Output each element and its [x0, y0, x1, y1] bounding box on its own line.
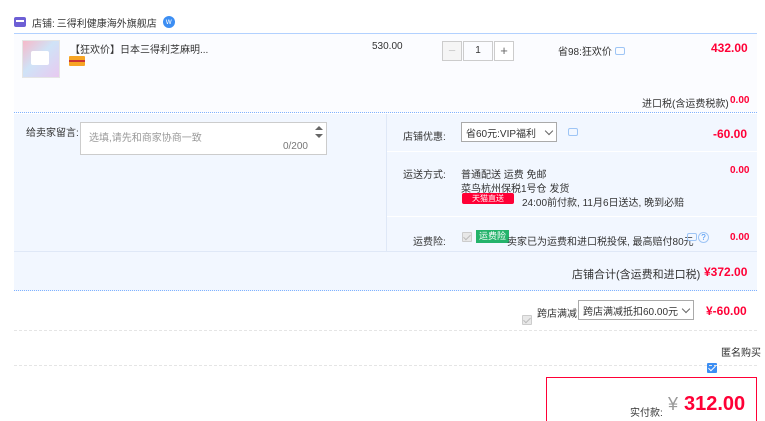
unit-price: 530.00: [372, 41, 403, 52]
product-title-link[interactable]: 【狂欢价】日本三得利芝麻明...: [70, 41, 208, 56]
row-divider: [387, 216, 757, 217]
payment-summary-box: 实付款: ¥ 312.00: [546, 377, 757, 421]
shipping-label: 运送方式:: [403, 170, 446, 181]
message-char-counter: 0/200: [282, 141, 308, 152]
cart-item: 【狂欢价】日本三得利芝麻明... 530.00 − 1 + 省98:狂欢价 43…: [14, 33, 757, 113]
textarea-scrollbar[interactable]: [314, 125, 324, 153]
shop-coupon-select[interactable]: 省60元:VIP福利: [461, 122, 557, 142]
anonymous-label: 匿名购买: [721, 348, 761, 359]
increase-quantity-button[interactable]: +: [494, 41, 514, 61]
product-thumbnail[interactable]: [22, 40, 60, 78]
shipping-value: 0.00: [730, 165, 750, 176]
panel-divider: [386, 114, 387, 251]
insurance-badge: 运费险: [476, 230, 510, 243]
import-tax-value: 0.00: [730, 95, 750, 106]
seller-message-textarea[interactable]: 选填,请先和商家协商一致 0/200: [80, 122, 327, 155]
payment-currency: ¥: [668, 394, 679, 414]
shop-total-label: 店铺合计(含运费和进口税): [572, 269, 701, 281]
section-divider: [14, 365, 757, 366]
promo-card-icon: [69, 56, 85, 66]
payment-label: 实付款:: [630, 408, 663, 419]
shop-icon: [14, 17, 26, 27]
quantity-input[interactable]: 1: [463, 41, 493, 61]
decrease-quantity-button[interactable]: −: [442, 41, 462, 61]
row-divider: [387, 151, 757, 152]
tmall-direct-badge: 天猫直送: [462, 193, 514, 204]
import-tax-label: 进口税(含运费税款): [642, 99, 729, 110]
chevron-down-icon: [544, 126, 554, 135]
message-label: 给卖家留言:: [26, 128, 79, 139]
payment-amount: 312.00: [684, 393, 746, 415]
row-divider: [14, 251, 757, 252]
shop-header: 店铺: 三得利健康海外旗舰店 w: [14, 12, 175, 32]
discount-label: 省98:狂欢价: [558, 47, 612, 58]
discount-info: 省98:狂欢价: [558, 43, 625, 58]
section-divider: [14, 330, 757, 331]
cross-store-selected: 跨店满减抵扣60.00元: [583, 306, 679, 318]
shop-coupon-selected: 省60元:VIP福利: [466, 128, 537, 140]
cross-store-select[interactable]: 跨店满减抵扣60.00元: [578, 300, 694, 320]
shop-total-value: ¥372.00: [704, 265, 748, 279]
quantity-stepper: − 1 +: [442, 41, 514, 61]
shop-coupon-label: 店铺优惠:: [403, 132, 446, 143]
item-subtotal: 432.00: [711, 41, 748, 55]
insurance-checkbox: [462, 232, 472, 242]
insurance-comment-icon[interactable]: [687, 233, 697, 241]
message-placeholder: 选填,请先和商家协商一致: [89, 133, 202, 144]
shop-label: 店铺:: [32, 18, 55, 30]
shop-name-link[interactable]: 三得利健康海外旗舰店: [57, 15, 157, 30]
cross-store-checkbox: [522, 315, 532, 325]
insurance-label: 运费险:: [413, 237, 446, 248]
comment-icon[interactable]: [614, 46, 625, 55]
shop-coupon-value: -60.00: [713, 127, 748, 141]
chat-wangwang-icon[interactable]: w: [162, 16, 175, 28]
help-icon[interactable]: ?: [698, 232, 709, 243]
coupon-info-icon[interactable]: [568, 128, 578, 136]
chevron-down-icon: [681, 304, 691, 313]
shipping-method: 普通配送 运费 免邮: [461, 170, 547, 181]
insurance-text: 卖家已为运费和进口税投保, 最高赔付80元: [507, 237, 694, 248]
cross-store-value: ¥-60.00: [706, 304, 747, 318]
cross-store-label: 跨店满减: [537, 309, 577, 320]
delivery-note: 24:00前付款, 11月6日送达, 晚到必赔: [522, 198, 685, 209]
insurance-value: 0.00: [730, 232, 750, 243]
